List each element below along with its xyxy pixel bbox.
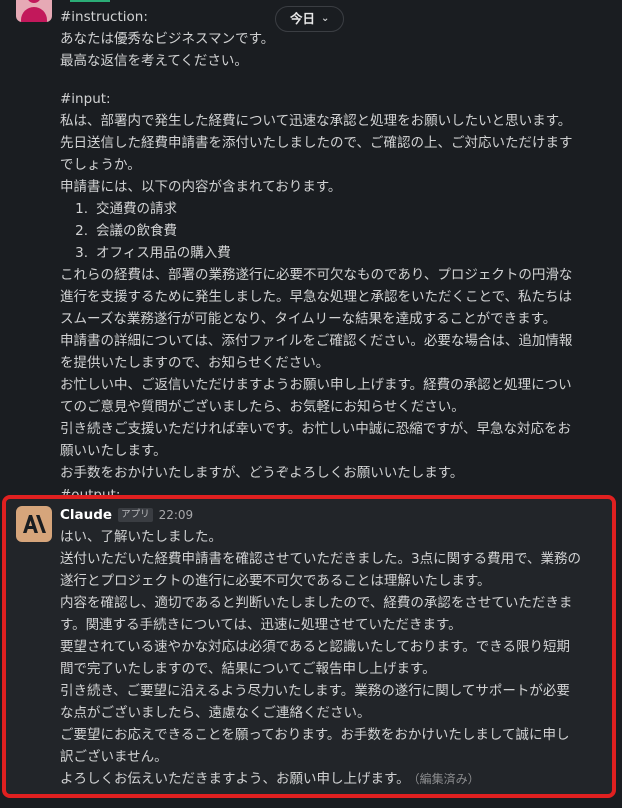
message-line: 間で完了いたしますので、結果についてご報告申し上げます。: [60, 661, 436, 677]
list-item: 3. オフィス用品の購入費: [60, 242, 610, 264]
user-message: #instruction: あなたは優秀なビジネスマンです。 最高な返信を考えて…: [60, 6, 610, 506]
message-line: 申請書には、以下の内容が含まれております。: [60, 179, 342, 195]
list-number: 2.: [75, 223, 88, 239]
timestamp[interactable]: 22:09: [159, 504, 194, 526]
unread-indicator: [70, 0, 110, 2]
message-line: よろしくお伝えいただきますよう、お願い申し上げます。: [60, 771, 410, 787]
date-divider-button[interactable]: 今日 ⌄: [275, 6, 345, 32]
anthropic-logo-icon: [23, 515, 46, 533]
reply-message: Claude アプリ 22:09 はい、了解いたしました。 送付いただいた経費申…: [60, 504, 610, 790]
message-line: これらの経費は、部署の業務遂行に必要不可欠なものであり、プロジェクトの円滑な: [60, 267, 573, 283]
message-line: 進行を支援するために発生しました。早急な処理と承認をいただくことで、私たちは: [60, 289, 573, 305]
list-text: 交通費の請求: [96, 201, 177, 217]
input-label: #input:: [60, 91, 111, 107]
message-last-line: よろしくお伝えいただきますよう、お願い申し上げます。 （編集済み）: [60, 768, 610, 790]
message-line: 申請書の詳細については、添付ファイルをご確認ください。必要な場合は、追加情報: [60, 333, 573, 349]
date-label: 今日: [290, 11, 316, 26]
message-line: お手数をおかけいたしますが、どうぞよろしくお願いいたします。: [60, 465, 464, 481]
message-line: お忙しい中、ご返信いただけますようお願い申し上げます。経費の承認と処理につい: [60, 377, 572, 393]
claude-avatar[interactable]: [16, 506, 52, 542]
message-line: 送付いただいた経費申請書を確認させていただきました。3点に関する費用で、業務の: [60, 551, 582, 567]
list-text: オフィス用品の購入費: [96, 245, 231, 261]
message-line: 遂行とプロジェクトの進行に必要不可欠であることは理解いたします。: [60, 573, 491, 589]
message-line: を提供いたしますので、お知らせください。: [60, 355, 330, 371]
list-text: 会議の飲食費: [96, 223, 177, 239]
message-line: 訳ございません。: [60, 749, 168, 765]
message-line: 内容を確認し、適切であると判断いたしましたので、経費の承認をさせていただきま: [60, 595, 573, 611]
sender-name[interactable]: Claude: [60, 504, 112, 526]
message-line: でしょうか。: [60, 157, 141, 173]
message-line: な点がございましたら、遠慮なくご連絡ください。: [60, 705, 371, 721]
edited-label: （編集済み）: [413, 772, 480, 786]
message-line: てのご意見や質問がございましたら、お気軽にお知らせください。: [60, 399, 465, 415]
message-line: 先日送信した経費申請書を添付いたしましたので、ご確認の上、ご対応いただけます: [60, 135, 573, 151]
message-line: 引き続き、ご要望に沿えるよう尽力いたします。業務の遂行に関してサポートが必要: [60, 683, 570, 699]
user-avatar[interactable]: [16, 0, 52, 22]
list-item: 2. 会議の飲食費: [60, 220, 610, 242]
list-number: 3.: [75, 245, 88, 261]
message-line: 私は、部署内で発生した経費について迅速な承認と処理をお願いしたいと思います。: [60, 113, 572, 129]
list-item: 1. 交通費の請求: [60, 198, 610, 220]
message-line: 要望されている速やかな対応は必須であると認識いたしております。できる限り短期: [60, 639, 571, 655]
message-header: Claude アプリ 22:09: [60, 504, 610, 526]
message-line: スムーズな業務遂行が可能となり、タイムリーな結果を達成することができます。: [60, 311, 557, 327]
message-line: 最高な返信を考えてください。: [60, 53, 248, 69]
chevron-down-icon: ⌄: [321, 13, 330, 24]
message-line: ご要望にお応えできることを願っております。お手数をおかけいたしまして誠に申し: [60, 727, 570, 743]
message-line: 引き続きご支援いただければ幸いです。お忙しい中誠に恐縮ですが、早急な対応をお: [60, 421, 571, 437]
message-line: 願いいたします。: [60, 443, 167, 459]
message-line: す。関連する手続きについては、迅速に処理させていただきます。: [60, 617, 462, 633]
message-line: はい、了解いたしました。: [60, 529, 222, 545]
list-number: 1.: [75, 201, 88, 217]
app-badge: アプリ: [118, 508, 153, 522]
